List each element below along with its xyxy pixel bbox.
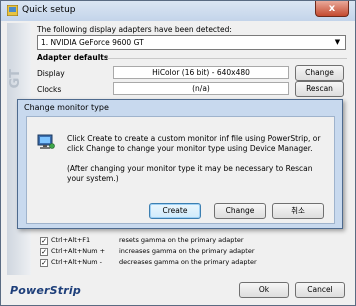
dialog-body: Click Create to create a custom monitor … bbox=[26, 116, 335, 224]
adapter-defaults-heading: Adapter defaults bbox=[37, 53, 109, 62]
create-button[interactable]: Create bbox=[149, 203, 201, 219]
dialog-message-line-1: Click Create to create a custom monitor … bbox=[67, 134, 321, 143]
display-mode-field: HiColor (16 bit) - 640x480 bbox=[113, 66, 289, 79]
hotkey-desc-num-plus: increases gamma on the primary adapter bbox=[119, 247, 255, 255]
hotkey-keys-num-plus: Ctrl+Alt+Num + bbox=[51, 247, 106, 255]
hotkey-checkbox-num-plus[interactable]: ✓ bbox=[40, 248, 48, 256]
hotkey-desc-num-minus: decreases gamma on the primary adapter bbox=[119, 258, 257, 266]
clocks-label: Clocks bbox=[37, 85, 62, 94]
powerstrip-logo: PowerStrip bbox=[10, 284, 81, 297]
dialog-title: Change monitor type bbox=[24, 103, 109, 112]
adapter-select-value: 1. NVIDIA GeForce 9600 GT bbox=[41, 38, 144, 47]
hotkey-desc-f1: resets gamma on the primary adapter bbox=[119, 236, 244, 244]
close-button[interactable]: x bbox=[315, 1, 349, 17]
hotkey-keys-f1: Ctrl+Alt+F1 bbox=[51, 236, 91, 244]
hotkey-keys-num-minus: Ctrl+Alt+Num - bbox=[51, 258, 102, 266]
window-title: Quick setup bbox=[22, 5, 76, 15]
dialog-note-line-1: (After changing your monitor type it may… bbox=[67, 164, 313, 173]
detected-adapters-label: The following display adapters have been… bbox=[37, 25, 232, 34]
dialog-note-line-2: your system.) bbox=[67, 174, 119, 183]
app-icon bbox=[7, 5, 18, 16]
chevron-down-icon[interactable]: ▼ bbox=[332, 37, 343, 48]
hotkey-checkbox-num-minus[interactable]: ✓ bbox=[40, 259, 48, 267]
side-gt-label: GT bbox=[8, 69, 23, 89]
rescan-button[interactable]: Rescan bbox=[295, 81, 344, 97]
clocks-field: (n/a) bbox=[113, 82, 289, 95]
display-change-button[interactable]: Change bbox=[295, 65, 344, 81]
quick-setup-window: Quick setup x GT The following display a… bbox=[0, 0, 356, 306]
change-monitor-type-dialog: Change monitor type Click Create to crea… bbox=[17, 99, 343, 229]
monitor-icon bbox=[37, 134, 55, 149]
dialog-cancel-button[interactable]: 취소 bbox=[272, 203, 324, 219]
change-button[interactable]: Change bbox=[214, 203, 266, 219]
section-divider bbox=[107, 58, 347, 59]
title-bar[interactable]: Quick setup x bbox=[1, 1, 355, 21]
hotkey-checkbox-f1[interactable]: ✓ bbox=[40, 237, 48, 245]
display-label: Display bbox=[37, 69, 65, 78]
cancel-button[interactable]: Cancel bbox=[295, 282, 345, 298]
ok-button[interactable]: Ok bbox=[239, 282, 289, 298]
dialog-message-line-2: click Change to change your monitor type… bbox=[67, 144, 313, 153]
adapter-select[interactable]: 1. NVIDIA GeForce 9600 GT ▼ bbox=[37, 35, 346, 50]
